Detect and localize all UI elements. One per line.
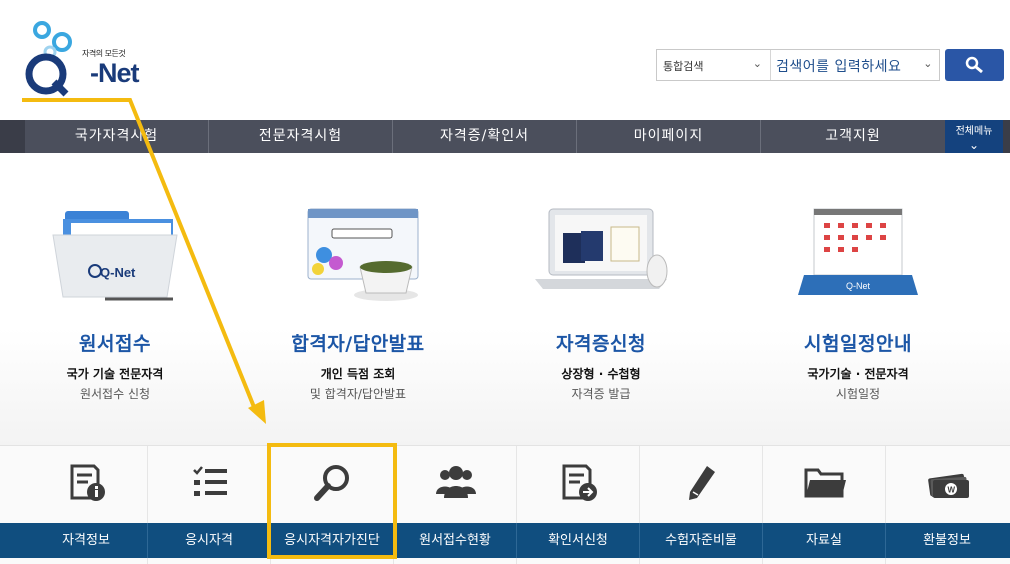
- all-menu-button[interactable]: 전체메뉴 ⌄: [945, 120, 1003, 153]
- feature-subtitle: 개인 득점 조회: [320, 367, 396, 381]
- svg-text:Q-Net: Q-Net: [846, 281, 871, 291]
- pencil-icon: [689, 466, 715, 500]
- search-category-select[interactable]: 통합검색 ⌄: [657, 50, 771, 80]
- chevron-down-icon: ⌄: [752, 57, 762, 70]
- quick-item-label: 환불정보: [886, 523, 1009, 558]
- feature-title: 합격자/답안발표: [291, 333, 425, 355]
- quick-menu-edge: [0, 446, 25, 564]
- nav-item-support[interactable]: 고객지원: [761, 120, 945, 153]
- document-info-icon: [70, 464, 105, 501]
- feature-results[interactable]: 합격자/답안발표 개인 득점 조회 및 합격자/답안발표: [258, 153, 458, 445]
- logo-brand: -Net: [90, 58, 139, 88]
- feature-subtitle: 상장형 · 수첩형: [561, 367, 641, 381]
- svg-text:W: W: [948, 486, 956, 495]
- chevron-down-icon: ⌄: [923, 57, 933, 70]
- document-arrow-icon: [562, 464, 597, 501]
- feature-description: 자격증 발급: [571, 387, 631, 401]
- nav-edge: [0, 120, 25, 153]
- quick-item-refund-info[interactable]: W 환불정보: [886, 446, 1009, 564]
- folder-illustration-icon: Q-Net: [52, 211, 178, 301]
- chevron-down-icon: ⌄: [968, 138, 980, 152]
- nav-item-professional-exam[interactable]: 전문자격시험: [209, 120, 393, 153]
- quick-item-archive[interactable]: 자료실: [763, 446, 886, 564]
- quick-item-exam-supplies[interactable]: 수험자준비물: [640, 446, 763, 564]
- quick-item-label: 응시자격: [148, 523, 271, 558]
- quick-item-label: 자료실: [763, 523, 886, 558]
- feature-subtitle: 국가 기술 전문자격: [66, 367, 164, 381]
- quick-item-qualification-info[interactable]: 자격정보: [25, 446, 148, 564]
- highlight-box: [267, 443, 397, 559]
- quick-item-application-status[interactable]: 원서접수현황: [394, 446, 517, 564]
- svg-text:Q-Net: Q-Net: [100, 265, 136, 280]
- laptop-illustration-icon: [535, 208, 668, 289]
- nav-edge: [1003, 120, 1010, 153]
- search-placeholder: 검색어를 입력하세요: [776, 59, 902, 75]
- feature-title: 원서접수: [79, 333, 151, 355]
- quick-item-label: 원서접수현황: [394, 523, 517, 558]
- header: 자격의 모든것 -Net 통합검색 ⌄ 검색어를 입력하세요 ⌄: [0, 0, 1010, 120]
- feature-certificate-request[interactable]: 자격증신청 상장형 · 수첩형 자격증 발급: [501, 153, 701, 445]
- search-category-value: 통합검색: [663, 60, 704, 73]
- quick-item-label: 자격정보: [25, 523, 148, 558]
- quick-item-label: 수험자준비물: [640, 523, 763, 558]
- browser-illustration-icon: [307, 208, 419, 301]
- feature-description: 원서접수 신청: [79, 387, 151, 401]
- search-button[interactable]: [945, 49, 1004, 81]
- search-input[interactable]: 검색어를 입력하세요 ⌄: [772, 50, 939, 80]
- quick-item-label: 확인서신청: [517, 523, 640, 558]
- search-box: 통합검색 ⌄ 검색어를 입력하세요 ⌄: [656, 49, 940, 81]
- nav-item-national-exam[interactable]: 국가자격시험: [25, 120, 209, 153]
- quick-item-confirmation-request[interactable]: 확인서신청: [517, 446, 640, 564]
- feature-title: 자격증신청: [556, 333, 646, 355]
- feature-section: Q-Net 원서접수 국가 기술 전문자격 원서접수 신청 합격자/답안발표 개…: [0, 153, 1010, 445]
- feature-description: 시험일정: [835, 387, 881, 401]
- checklist-icon: [193, 466, 227, 496]
- quick-menu-edge-strip: [0, 523, 25, 558]
- calendar-illustration-icon: Q-Net: [798, 208, 918, 295]
- quick-menu: 자격정보 응시자격 응시자격자가진단 원서접수현황 확인서신청 수험자준비물 자…: [0, 445, 1010, 564]
- folder-icon: [804, 468, 846, 498]
- search-icon: [965, 56, 983, 74]
- nav-item-mypage[interactable]: 마이페이지: [577, 120, 761, 153]
- feature-subtitle: 국가기술 · 전문자격: [807, 367, 909, 381]
- all-menu-label: 전체메뉴: [955, 126, 993, 137]
- main-navigation: 국가자격시험 전문자격시험 자격증/확인서 마이페이지 고객지원 전체메뉴 ⌄: [0, 120, 1010, 153]
- quick-item-eligibility[interactable]: 응시자격: [148, 446, 271, 564]
- people-group-icon: [436, 466, 476, 498]
- nav-item-certificate[interactable]: 자격증/확인서: [393, 120, 577, 153]
- feature-schedule[interactable]: Q-Net 시험일정안내 국가기술 · 전문자격 시험일정: [758, 153, 958, 445]
- money-icon: W: [928, 473, 969, 498]
- feature-description: 및 합격자/답안발표: [309, 387, 407, 401]
- qnet-logo[interactable]: 자격의 모든것 -Net: [20, 18, 150, 98]
- feature-title: 시험일정안내: [804, 333, 912, 355]
- feature-application[interactable]: Q-Net 원서접수 국가 기술 전문자격 원서접수 신청: [15, 153, 215, 445]
